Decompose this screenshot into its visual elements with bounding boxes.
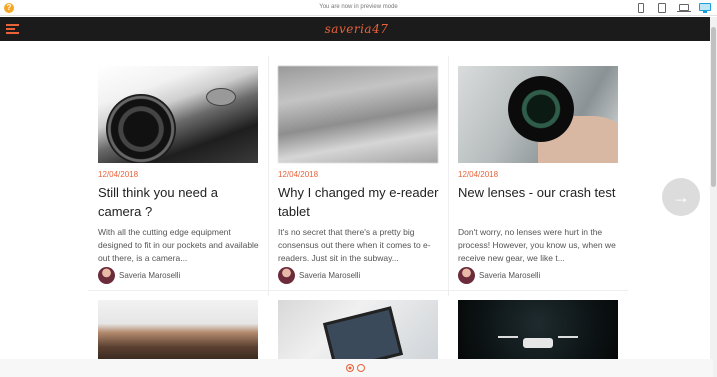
post-image-blurred[interactable] — [278, 66, 438, 163]
carousel-next-button[interactable]: → — [662, 178, 700, 216]
post-image-camera[interactable] — [98, 66, 258, 163]
author-name: Saveria Maroselli — [299, 271, 361, 280]
preview-mode-message: You are now in preview mode — [319, 4, 398, 10]
post-card[interactable]: 12/04/2018 Still think you need a camera… — [90, 66, 270, 291]
post-excerpt: With all the cutting edge equipment desi… — [98, 227, 259, 263]
carousel-pagination — [0, 359, 713, 377]
post-image-drone[interactable] — [458, 300, 618, 359]
author-name: Saveria Maroselli — [119, 271, 181, 280]
pagination-dot-1[interactable] — [346, 364, 354, 372]
post-card[interactable]: 12/04/2018 New lenses - our crash test D… — [450, 66, 630, 291]
scrollbar-thumb[interactable] — [711, 27, 716, 187]
arrow-right-icon: → — [672, 187, 690, 207]
post-date: 12/04/2018 — [98, 170, 139, 179]
post-date: 12/04/2018 — [458, 170, 499, 179]
post-title[interactable]: New lenses - our crash test — [458, 183, 623, 202]
post-card[interactable] — [90, 300, 270, 359]
post-title[interactable]: Why I changed my e-reader tablet — [278, 183, 443, 221]
post-image-tablet[interactable] — [278, 300, 438, 359]
pagination-dot-2[interactable] — [357, 364, 365, 372]
avatar — [98, 267, 115, 284]
site-header: saveria47 — [0, 17, 713, 41]
post-image-lens[interactable] — [458, 66, 618, 163]
post-title[interactable]: Still think you need a camera ? — [98, 183, 263, 221]
avatar — [458, 267, 475, 284]
desktop-icon[interactable] — [698, 2, 712, 14]
avatar — [278, 267, 295, 284]
post-date: 12/04/2018 — [278, 170, 319, 179]
author-name: Saveria Maroselli — [479, 271, 541, 280]
tablet-icon[interactable] — [655, 2, 669, 14]
site-logo[interactable]: saveria47 — [0, 22, 713, 36]
post-card[interactable]: 12/04/2018 Why I changed my e-reader tab… — [270, 66, 450, 291]
post-excerpt: Don't worry, no lenses were hurt in the … — [458, 227, 616, 263]
preview-mode-bar: ? You are now in preview mode — [0, 0, 717, 16]
post-card[interactable] — [450, 300, 630, 359]
laptop-icon[interactable] — [677, 2, 691, 14]
phone-icon[interactable] — [634, 2, 648, 14]
post-excerpt: It's no secret that there's a pretty big… — [278, 227, 431, 263]
post-card[interactable] — [270, 300, 450, 359]
scrollbar[interactable] — [710, 17, 717, 377]
post-image-car[interactable] — [98, 300, 258, 359]
